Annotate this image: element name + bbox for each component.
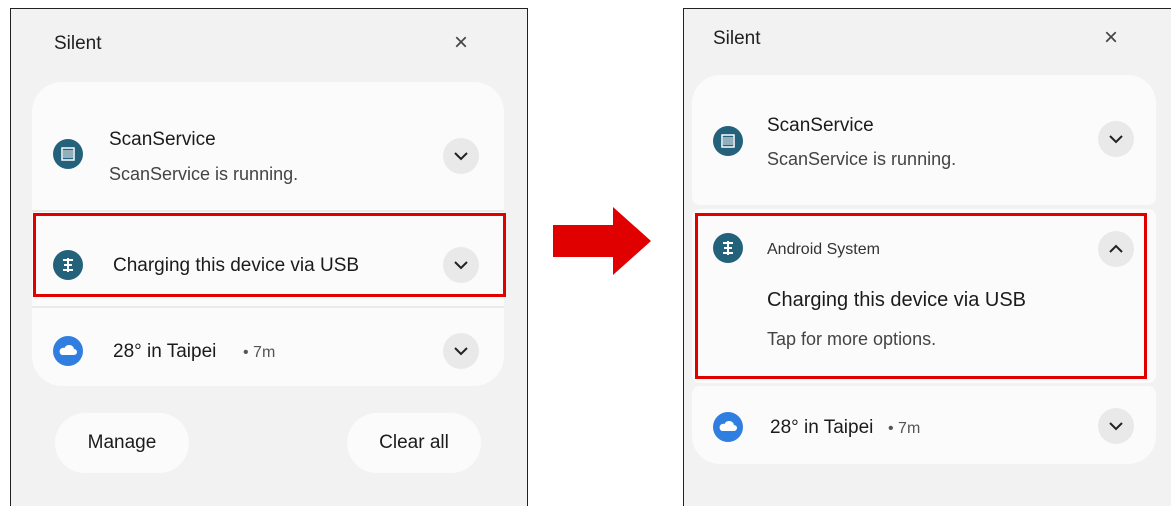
divider [32, 306, 504, 308]
close-icon[interactable]: × [1104, 26, 1118, 50]
notification-weather[interactable]: 28° in Taipei • 7m [692, 386, 1156, 464]
notification-title: ScanService [767, 115, 874, 136]
highlight-box [33, 213, 506, 297]
clear-all-button[interactable]: Clear all [347, 413, 481, 473]
section-title: Silent [54, 33, 102, 54]
chevron-down-icon[interactable] [443, 138, 479, 174]
highlight-box [695, 213, 1147, 379]
arrow-right-icon [553, 207, 651, 275]
notification-time: • 7m [888, 420, 921, 437]
manage-button[interactable]: Manage [55, 413, 189, 473]
notification-text: ScanService is running. [767, 149, 957, 169]
notification-title: 28° in Taipei [113, 341, 217, 362]
chevron-down-icon[interactable] [443, 333, 479, 369]
notification-title: 28° in Taipei [770, 417, 874, 438]
notification-text: ScanService is running. [109, 164, 299, 184]
scanner-icon [713, 126, 743, 156]
divider [32, 210, 504, 212]
notification-shade-after: Silent × ScanService ScanService is runn… [683, 8, 1171, 506]
chevron-down-icon[interactable] [1098, 121, 1134, 157]
notification-scanservice[interactable]: ScanService ScanService is running. [692, 75, 1156, 205]
section-title: Silent [713, 28, 761, 49]
close-icon[interactable]: × [454, 31, 468, 55]
chevron-down-icon[interactable] [1098, 408, 1134, 444]
notification-time: • 7m [243, 344, 276, 361]
cloud-icon [53, 336, 83, 366]
cloud-icon [713, 412, 743, 442]
scanner-icon [53, 139, 83, 169]
notification-shade-before: Silent × ScanService ScanService is runn… [10, 8, 528, 506]
notification-title: ScanService [109, 129, 216, 150]
